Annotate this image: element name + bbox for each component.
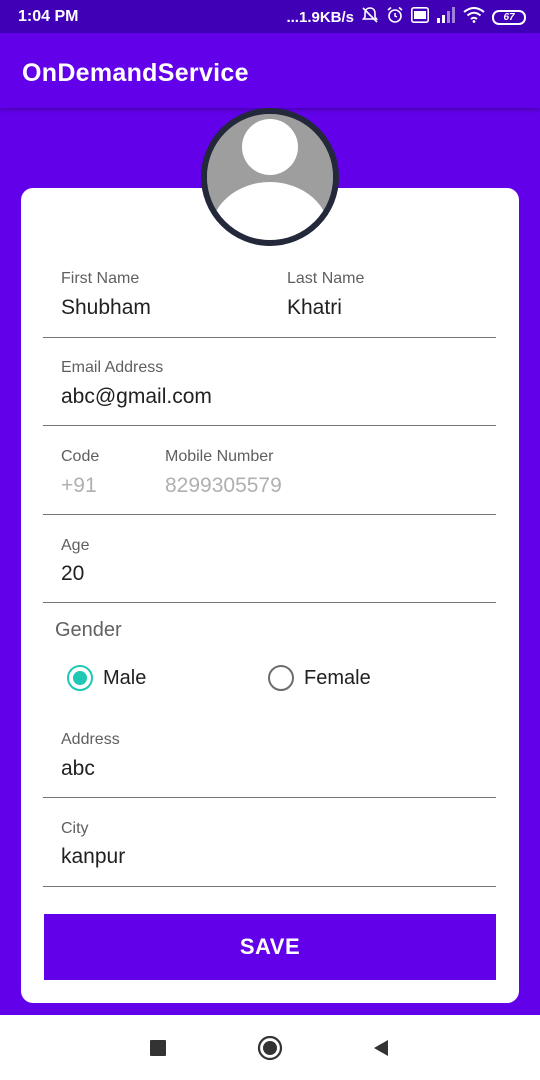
back-triangle-icon[interactable] [368, 1035, 394, 1061]
network-speed: ...1.9KB/s [286, 8, 354, 26]
alarm-icon [386, 6, 404, 28]
mute-alarm-icon [361, 6, 379, 28]
gender-label: Gender [55, 619, 122, 641]
radio-unchecked-icon[interactable] [268, 665, 294, 691]
age-label: Age [61, 537, 90, 554]
code-input: +91 [61, 474, 97, 497]
divider [43, 886, 496, 887]
address-input[interactable]: abc [61, 757, 95, 781]
city-label: City [61, 820, 89, 837]
last-name-input[interactable]: Khatri [287, 296, 342, 320]
female-radio-label: Female [304, 666, 371, 689]
address-label: Address [61, 731, 120, 748]
divider [43, 797, 496, 798]
male-radio-label: Male [103, 666, 147, 689]
radio-checked-icon[interactable] [67, 665, 93, 691]
mobile-label: Mobile Number [165, 448, 274, 465]
recents-square-icon[interactable] [145, 1035, 171, 1061]
city-input[interactable]: kanpur [61, 845, 125, 869]
mobile-input: 8299305579 [165, 474, 282, 497]
divider [43, 514, 496, 515]
first-name-input[interactable]: Shubham [61, 296, 151, 320]
email-label: Email Address [61, 359, 164, 376]
navigation-bar [0, 1015, 540, 1080]
volte-icon [411, 7, 429, 27]
person-avatar-icon[interactable] [201, 108, 339, 246]
app-title: OnDemandService [22, 59, 249, 87]
battery-icon: 67 [492, 9, 526, 25]
male-radio[interactable]: Male [67, 663, 146, 693]
status-bar: 1:04 PM ...1.9KB/s 67 [0, 0, 540, 33]
save-button[interactable]: SAVE [44, 914, 496, 980]
home-circle-icon[interactable] [257, 1035, 283, 1061]
wifi-icon [463, 7, 485, 27]
first-name-label: First Name [61, 270, 140, 287]
female-radio[interactable]: Female [268, 663, 371, 693]
age-input[interactable]: 20 [61, 562, 84, 586]
code-label: Code [61, 448, 100, 465]
divider [43, 602, 496, 603]
signal-icon [436, 7, 456, 27]
divider [43, 425, 496, 426]
divider [43, 337, 496, 338]
last-name-label: Last Name [287, 270, 365, 287]
status-icons: ...1.9KB/s 67 [286, 6, 526, 28]
app-bar: OnDemandService [0, 33, 540, 108]
status-time: 1:04 PM [18, 8, 79, 25]
email-input[interactable]: abc@gmail.com [61, 385, 212, 409]
